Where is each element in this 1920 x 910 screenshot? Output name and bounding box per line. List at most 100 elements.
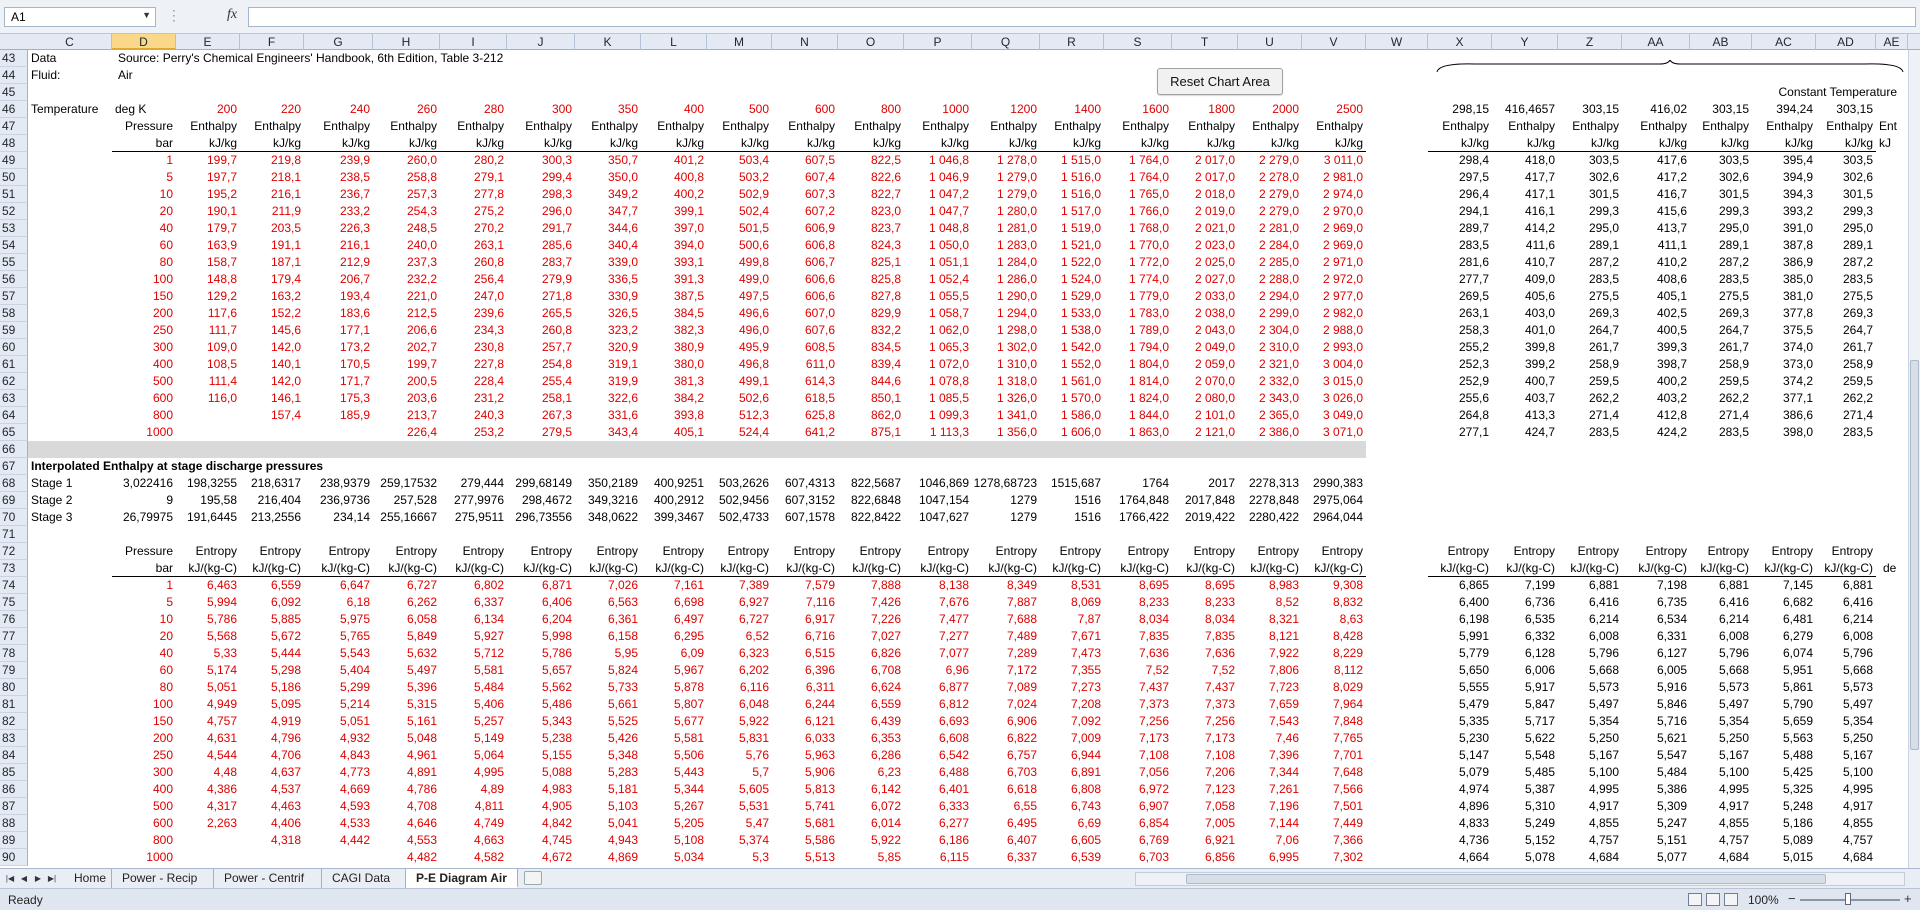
row-header[interactable]: 61 <box>0 356 28 373</box>
enthalpy-header[interactable]: Enthalpy <box>1238 118 1302 135</box>
entropy-value[interactable]: 4,932 <box>304 730 373 747</box>
right-enthalpy-value[interactable]: 299,3 <box>1690 203 1752 220</box>
enthalpy-value[interactable]: 1 294,0 <box>972 305 1040 322</box>
enthalpy-value[interactable]: 1 863,0 <box>1104 424 1172 441</box>
right-enthalpy-value[interactable]: 258,9 <box>1816 356 1876 373</box>
entropy-value[interactable]: 6,618 <box>972 781 1040 798</box>
right-enthalpy-value[interactable]: 283,5 <box>1690 424 1752 441</box>
temperature-label[interactable]: Temperature <box>28 101 112 118</box>
entropy-value[interactable]: 7,108 <box>1104 747 1172 764</box>
stage-value[interactable]: 299,68149 <box>507 475 575 492</box>
right-entropy-value[interactable]: 5,335 <box>1428 713 1492 730</box>
right-entropy-value[interactable]: 5,077 <box>1622 849 1690 866</box>
enthalpy-value[interactable]: 279,9 <box>507 271 575 288</box>
enthalpy-value[interactable]: 2 310,0 <box>1238 339 1302 356</box>
right-enthalpy-value[interactable]: 264,8 <box>1428 407 1492 424</box>
entropy-value[interactable]: 6,921 <box>1172 832 1238 849</box>
row-header[interactable]: 78 <box>0 645 28 662</box>
entropy-value[interactable]: 6,608 <box>904 730 972 747</box>
right-temperature-value[interactable]: 394,24 <box>1752 101 1816 118</box>
enthalpy-value[interactable]: 2 343,0 <box>1238 390 1302 407</box>
enthalpy-value[interactable]: 1 302,0 <box>972 339 1040 356</box>
enthalpy-value[interactable]: 1 283,0 <box>972 237 1040 254</box>
right-entropy-value[interactable]: 4,736 <box>1428 832 1492 849</box>
entropy-unit[interactable]: kJ/(kg-C) <box>1690 560 1752 577</box>
enthalpy-value[interactable]: 862,0 <box>838 407 904 424</box>
entropy-value[interactable]: 8,112 <box>1302 662 1366 679</box>
right-enthalpy-value[interactable]: 387,8 <box>1752 237 1816 254</box>
column-header-g[interactable]: G <box>304 34 373 50</box>
entropy-value[interactable]: 7,366 <box>1302 832 1366 849</box>
enthalpy-value[interactable]: 1 522,0 <box>1040 254 1104 271</box>
entropy-value[interactable]: 6,014 <box>838 815 904 832</box>
enthalpy-value[interactable]: 393,8 <box>641 407 707 424</box>
right-entropy-value[interactable]: 6,865 <box>1428 577 1492 594</box>
entropy-value[interactable]: 7,256 <box>1172 713 1238 730</box>
enthalpy-value[interactable]: 142,0 <box>240 339 304 356</box>
stage-value[interactable]: 2278,313 <box>1238 475 1302 492</box>
entropy-value[interactable]: 5,975 <box>304 611 373 628</box>
column-header-d[interactable]: D <box>112 34 176 50</box>
entropy-value[interactable]: 7,543 <box>1238 713 1302 730</box>
stage-value[interactable]: 400,2912 <box>641 492 707 509</box>
enthalpy-header[interactable]: Enthalpy <box>1622 118 1690 135</box>
column-header-t[interactable]: T <box>1172 34 1238 50</box>
right-entropy-value[interactable]: 4,833 <box>1428 815 1492 832</box>
enthalpy-value[interactable]: 177,1 <box>304 322 373 339</box>
enthalpy-unit[interactable]: kJ/kg <box>772 135 838 152</box>
right-enthalpy-value[interactable]: 277,7 <box>1428 271 1492 288</box>
column-header-s[interactable]: S <box>1104 34 1172 50</box>
entropy-unit[interactable]: kJ/(kg-C) <box>1302 560 1366 577</box>
right-enthalpy-value[interactable]: 299,3 <box>1558 203 1622 220</box>
entropy-unit[interactable]: kJ/(kg-C) <box>1428 560 1492 577</box>
pressure-value[interactable]: 5 <box>112 594 176 611</box>
entropy-value[interactable]: 4,544 <box>176 747 240 764</box>
right-enthalpy-value[interactable]: 381,0 <box>1752 288 1816 305</box>
enthalpy-value[interactable]: 607,2 <box>772 203 838 220</box>
stage-value[interactable]: 298,4672 <box>507 492 575 509</box>
right-enthalpy-value[interactable]: 411,6 <box>1492 237 1558 254</box>
entropy-value[interactable]: 5,786 <box>176 611 240 628</box>
entropy-header[interactable]: Entropy <box>507 543 575 560</box>
right-enthalpy-value[interactable]: 261,7 <box>1816 339 1876 356</box>
enthalpy-value[interactable]: 108,5 <box>176 356 240 373</box>
enthalpy-value[interactable]: 825,8 <box>838 271 904 288</box>
right-temperature-value[interactable]: 303,15 <box>1816 101 1876 118</box>
enthalpy-value[interactable]: 1 279,0 <box>972 186 1040 203</box>
enthalpy-value[interactable]: 502,9 <box>707 186 772 203</box>
entropy-value[interactable]: 7,161 <box>641 577 707 594</box>
temperature-value[interactable]: 200 <box>176 101 240 118</box>
enthalpy-unit[interactable]: kJ/kg <box>1492 135 1558 152</box>
entropy-value[interactable]: 5,824 <box>575 662 641 679</box>
entropy-value[interactable]: 6,134 <box>440 611 507 628</box>
right-enthalpy-value[interactable]: 398,0 <box>1752 424 1816 441</box>
entropy-value[interactable]: 6,463 <box>176 577 240 594</box>
enthalpy-value[interactable]: 1 794,0 <box>1104 339 1172 356</box>
stage-value[interactable]: 195,58 <box>176 492 240 509</box>
entropy-value[interactable]: 6,891 <box>1040 764 1104 781</box>
stage-value[interactable]: 350,2189 <box>575 475 641 492</box>
enthalpy-value[interactable]: 844,6 <box>838 373 904 390</box>
right-enthalpy-value[interactable]: 255,6 <box>1428 390 1492 407</box>
right-entropy-value[interactable]: 5,668 <box>1690 662 1752 679</box>
right-entropy-value[interactable]: 5,078 <box>1492 849 1558 866</box>
enthalpy-header[interactable]: Enthalpy <box>440 118 507 135</box>
entropy-value[interactable]: 6,856 <box>1172 849 1238 866</box>
entropy-value[interactable]: 7,173 <box>1104 730 1172 747</box>
entropy-value[interactable]: 4,943 <box>575 832 641 849</box>
entropy-value[interactable]: 8,695 <box>1104 577 1172 594</box>
right-entropy-value[interactable]: 6,008 <box>1816 628 1876 645</box>
entropy-value[interactable]: 7,566 <box>1302 781 1366 798</box>
entropy-value[interactable]: 4,533 <box>304 815 373 832</box>
enthalpy-value[interactable]: 2 278,0 <box>1238 169 1302 186</box>
entropy-value[interactable]: 6,337 <box>972 849 1040 866</box>
entropy-value[interactable]: 6,033 <box>772 730 838 747</box>
entropy-value[interactable]: 5,513 <box>772 849 838 866</box>
enthalpy-value[interactable]: 384,5 <box>641 305 707 322</box>
entropy-value[interactable]: 5,404 <box>304 662 373 679</box>
entropy-value[interactable]: 6,708 <box>838 662 904 679</box>
enthalpy-value[interactable]: 499,8 <box>707 254 772 271</box>
fluid-value[interactable]: Air <box>115 67 315 84</box>
entropy-value[interactable]: 4,786 <box>373 781 440 798</box>
horizontal-scrollbar[interactable] <box>1135 872 1905 886</box>
